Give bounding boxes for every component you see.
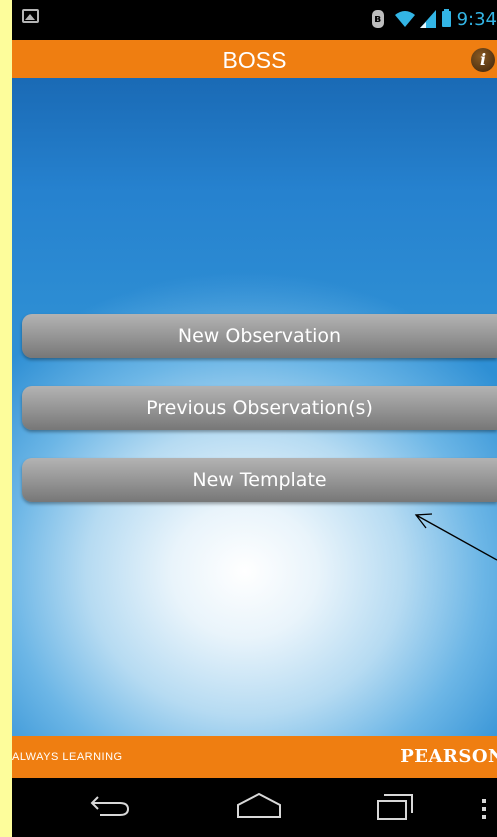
new-template-button[interactable]: New Template: [22, 458, 497, 502]
status-icons: ʙ 9:34: [371, 5, 497, 33]
footer-bar: ALWAYS LEARNING PEARSON: [12, 736, 497, 778]
app-bar: BOSS i: [12, 40, 497, 78]
footer-tagline: ALWAYS LEARNING: [12, 751, 123, 763]
status-bar: ʙ 9:34: [12, 0, 497, 40]
phone-screen: ʙ 9:34 BOSS i New Observation Previous O…: [12, 0, 497, 837]
wifi-icon: [394, 11, 415, 27]
battery-icon: [441, 9, 451, 27]
recent-apps-icon[interactable]: [374, 791, 416, 823]
previous-observations-button[interactable]: Previous Observation(s): [22, 386, 497, 430]
new-observation-button[interactable]: New Observation: [22, 314, 497, 358]
overflow-menu-icon[interactable]: [480, 798, 488, 820]
info-icon[interactable]: i: [471, 48, 495, 72]
navigation-bar: [12, 778, 497, 837]
main-content: New Observation Previous Observation(s) …: [12, 78, 497, 736]
status-time: 9:34: [456, 8, 497, 30]
bluetooth-icon: ʙ: [371, 10, 384, 28]
back-icon[interactable]: [88, 791, 134, 821]
signal-icon: [419, 10, 436, 28]
pearson-logo: PEARSON: [400, 746, 497, 767]
app-title: BOSS: [222, 47, 287, 73]
home-icon[interactable]: [234, 791, 284, 821]
image-notification-icon: [22, 9, 39, 23]
